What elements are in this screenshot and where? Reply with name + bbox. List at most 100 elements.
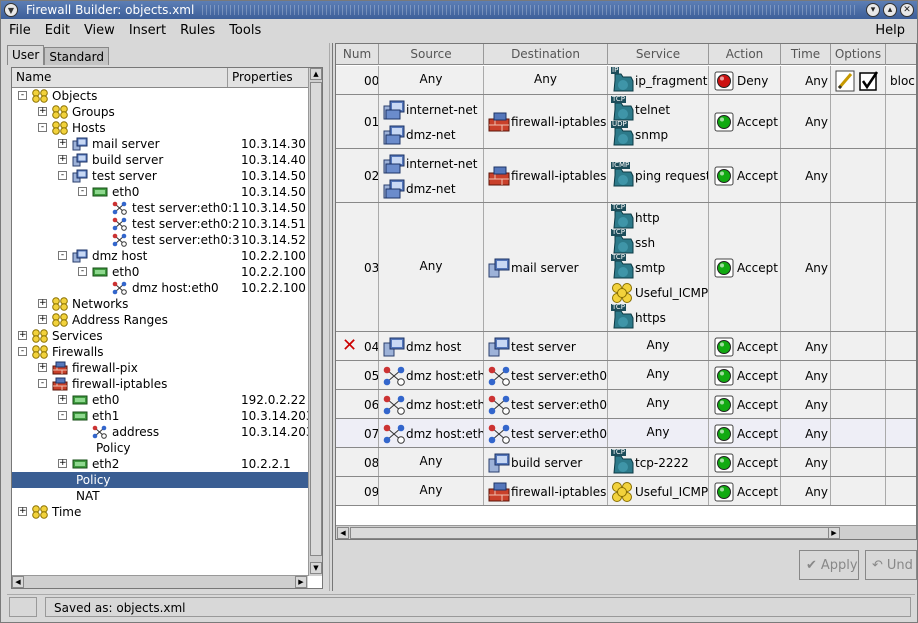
rule-action-cell[interactable]: Accept [709,390,781,418]
rule-options-cell[interactable] [831,361,886,389]
rule-source-cell[interactable]: internet-net dmz-net [379,149,484,202]
collapse-icon[interactable]: - [38,379,47,388]
collapse-icon[interactable]: - [18,347,27,356]
rule-time-cell[interactable]: Any [781,419,831,447]
rule-row[interactable]: 06 dmz host:eth0 test server:eth0:2 Any Acce… [336,390,916,419]
rule-options-cell[interactable] [831,149,886,202]
rule-service-cell[interactable]: IP ip_fragments [608,66,709,94]
rule-row[interactable]: 07 dmz host:eth0 test server:eth0:3 Any Acce… [336,419,916,448]
rule-num-cell[interactable]: 05 [336,361,379,389]
tree-iptables-eth2[interactable]: + eth2 10.2.2.1 [12,456,308,472]
rule-destination-cell[interactable]: test server [484,332,608,360]
rule-source-cell[interactable]: dmz host [379,332,484,360]
rule-destination-cell[interactable]: test server:eth0:3 [484,419,608,447]
rule-destination-cell[interactable]: mail server [484,203,608,331]
tree-iptables-eth0[interactable]: + eth0 192.0.2.22 [12,392,308,408]
expand-icon[interactable]: + [38,363,47,372]
rule-row[interactable]: 09 Any firewall-iptables Useful_ICMP Accept A… [336,477,916,506]
rule-action-cell[interactable]: Accept [709,95,781,148]
rule-source-cell[interactable]: Any [379,448,484,476]
rule-service-cell[interactable]: ICMP ping request [608,149,709,202]
panel-splitter[interactable] [329,43,333,591]
tree-networks[interactable]: + Networks [12,296,308,312]
column-name[interactable]: Name [12,68,228,87]
column-num[interactable]: Num [336,44,379,65]
rule-action-cell[interactable]: Accept [709,477,781,505]
rule-action-cell[interactable]: Accept [709,149,781,202]
title-bar[interactable]: ▼ Firewall Builder: objects.xml ▾ ▴ ✕ [1,1,917,19]
tree-objects[interactable]: - Objects [12,88,308,104]
tree-iptables-policy[interactable]: Policy [12,472,308,488]
rule-row[interactable]: ✕ 04 dmz host test server Any Accept Any [336,332,916,361]
rule-source-cell[interactable]: Any [379,477,484,505]
tree-test-server-eth0[interactable]: - eth0 10.3.14.50 [12,184,308,200]
column-properties[interactable]: Properties [228,68,308,87]
rule-time-cell[interactable]: Any [781,95,831,148]
rule-num-cell[interactable]: 02 [336,149,379,202]
rule-destination-cell[interactable]: firewall-iptables [484,477,608,505]
scroll-up-icon[interactable]: ▲ [310,68,322,80]
collapse-icon[interactable]: - [78,267,87,276]
rule-time-cell[interactable]: Any [781,390,831,418]
rule-service-cell[interactable]: Any [608,361,709,389]
rule-source-cell[interactable]: dmz host:eth0 [379,419,484,447]
tree-firewall-pix[interactable]: + firewall-pix [12,360,308,376]
rule-action-cell[interactable]: Accept [709,448,781,476]
window-menu-button[interactable]: ▼ [4,3,18,17]
rule-options-cell[interactable] [831,448,886,476]
rule-source-cell[interactable]: dmz host:eth0 [379,361,484,389]
menu-rules[interactable]: Rules [173,23,222,38]
expand-icon[interactable]: + [58,155,67,164]
expand-icon[interactable]: + [38,315,47,324]
rule-destination-cell[interactable]: test server:eth0:2 [484,390,608,418]
collapse-icon[interactable]: - [58,411,67,420]
undo-button[interactable]: ↶ Und [865,550,917,580]
expand-icon[interactable]: + [38,299,47,308]
rule-time-cell[interactable]: Any [781,477,831,505]
rule-action-cell[interactable]: Accept [709,332,781,360]
close-button[interactable]: ✕ [900,3,914,17]
rule-options-cell[interactable] [831,390,886,418]
rule-comment-cell[interactable] [886,390,916,418]
menu-file[interactable]: File [1,23,38,38]
rule-source-cell[interactable]: dmz host:eth0 [379,390,484,418]
collapse-icon[interactable]: - [18,91,27,100]
rule-time-cell[interactable]: Any [781,66,831,94]
rule-row[interactable]: 02 internet-net dmz-net firewall-iptables IC… [336,149,916,203]
rule-time-cell[interactable]: Any [781,149,831,202]
rule-num-cell[interactable]: 03 [336,203,379,331]
tree-test-server-eth0-3[interactable]: test server:eth0:3 10.3.14.52 [12,232,308,248]
rule-num-cell[interactable]: 08 [336,448,379,476]
tree-test-server-eth0-2[interactable]: test server:eth0:2 10.3.14.51 [12,216,308,232]
rule-num-cell[interactable]: 09 [336,477,379,505]
tree-dmz-host-eth0-address[interactable]: dmz host:eth0 10.2.2.100 [12,280,308,296]
collapse-icon[interactable]: - [38,123,47,132]
rule-service-cell[interactable]: Any [608,332,709,360]
rule-options-cell[interactable] [831,419,886,447]
tree-dmz-host-eth0[interactable]: - eth0 10.2.2.100 [12,264,308,280]
expand-icon[interactable]: + [18,507,27,516]
column-options[interactable]: Options [831,44,886,65]
scroll-down-icon[interactable]: ▼ [310,562,322,574]
rule-options-cell[interactable] [831,95,886,148]
menu-help[interactable]: Help [868,23,917,38]
tree-time[interactable]: + Time [12,504,308,520]
rule-action-cell[interactable]: Accept [709,361,781,389]
column-time[interactable]: Time [781,44,831,65]
tree-horizontal-scrollbar[interactable]: ◀ ▶ [12,575,308,588]
rule-row[interactable]: 00 Any Any IP ip_fragments Deny Any bloc [336,66,916,95]
expand-icon[interactable]: + [38,107,47,116]
expand-icon[interactable]: + [58,459,67,468]
rule-comment-cell[interactable]: bloc [886,66,916,94]
tree-test-server[interactable]: - test server 10.3.14.50 [12,168,308,184]
tree-iptables-nat[interactable]: NAT [12,488,308,504]
rule-destination-cell[interactable]: build server [484,448,608,476]
tree-iptables-eth1-address[interactable]: address 10.3.14.203 [12,424,308,440]
tree-iptables-eth1-policy[interactable]: Policy [12,440,308,456]
rule-service-cell[interactable]: Any [608,419,709,447]
menu-view[interactable]: View [77,23,122,38]
rule-options-cell[interactable] [831,203,886,331]
rule-row[interactable]: 05 dmz host:eth0 test server:eth0:1 Any Acce… [336,361,916,390]
column-source[interactable]: Source [379,44,484,65]
rule-time-cell[interactable]: Any [781,332,831,360]
